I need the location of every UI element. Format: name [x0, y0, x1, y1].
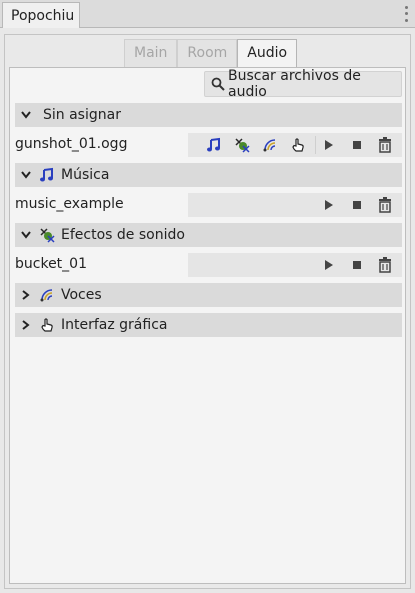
- chevron-down-icon[interactable]: [15, 171, 37, 179]
- search-audio-files-button[interactable]: Buscar archivos de audio: [204, 68, 402, 100]
- trash-icon[interactable]: [377, 257, 393, 273]
- stop-icon[interactable]: [349, 197, 365, 213]
- play-icon[interactable]: [321, 137, 337, 153]
- dock-tab-popochiu[interactable]: Popochiu: [2, 2, 80, 28]
- hand-pointer-icon[interactable]: [290, 137, 306, 153]
- dock-tabbar: Popochiu: [0, 0, 415, 28]
- chevron-right-icon[interactable]: [15, 320, 37, 330]
- sound-effect-icon: [37, 227, 57, 243]
- group-efectos-de-sonido[interactable]: Efectos de sonido: [15, 223, 402, 247]
- group-interfaz-grafica[interactable]: Interfaz gráfica: [15, 313, 402, 337]
- play-icon[interactable]: [321, 257, 337, 273]
- stop-icon[interactable]: [349, 137, 365, 153]
- divider: [315, 136, 316, 154]
- file-name: music_example: [15, 196, 124, 212]
- file-name: bucket_01: [15, 256, 87, 272]
- group-label: Efectos de sonido: [61, 227, 185, 243]
- voice-icon[interactable]: [262, 137, 278, 153]
- file-name: gunshot_01.ogg: [15, 136, 128, 152]
- search-label: Buscar archivos de audio: [228, 68, 361, 100]
- trash-icon[interactable]: [377, 197, 393, 213]
- audio-tab-content: Buscar archivos de audio Sin asignar gun…: [9, 67, 406, 584]
- hand-pointer-icon: [37, 317, 57, 333]
- group-label: Voces: [61, 287, 102, 303]
- file-controls: [188, 193, 402, 217]
- music-note-icon[interactable]: [206, 137, 222, 153]
- chevron-down-icon[interactable]: [15, 231, 37, 239]
- group-label: Música: [61, 167, 110, 183]
- group-label: Sin asignar: [43, 107, 121, 123]
- voice-icon: [37, 287, 57, 303]
- stop-icon[interactable]: [349, 257, 365, 273]
- file-controls: [188, 253, 402, 277]
- tab-main[interactable]: Main: [124, 39, 178, 67]
- tab-audio[interactable]: Audio: [237, 39, 298, 67]
- popochiu-panel: Main Room Audio Buscar archivos de audio…: [4, 34, 411, 589]
- audio-file-row[interactable]: music_example: [15, 193, 402, 217]
- tab-bar: Main Room Audio: [124, 39, 298, 67]
- sound-effect-icon[interactable]: [234, 137, 250, 153]
- group-musica[interactable]: Música: [15, 163, 402, 187]
- trash-icon[interactable]: [377, 137, 393, 153]
- audio-file-row[interactable]: gunshot_01.ogg: [15, 133, 402, 157]
- group-voces[interactable]: Voces: [15, 283, 402, 307]
- dock-menu-icon[interactable]: [401, 4, 411, 24]
- search-icon: [211, 77, 225, 91]
- chevron-right-icon[interactable]: [15, 290, 37, 300]
- file-controls: [188, 133, 402, 157]
- music-note-icon: [37, 167, 57, 183]
- group-sin-asignar[interactable]: Sin asignar: [15, 103, 402, 127]
- group-label: Interfaz gráfica: [61, 317, 168, 333]
- tab-room[interactable]: Room: [177, 39, 238, 67]
- audio-file-row[interactable]: bucket_01: [15, 253, 402, 277]
- play-icon[interactable]: [321, 197, 337, 213]
- chevron-down-icon[interactable]: [15, 111, 37, 119]
